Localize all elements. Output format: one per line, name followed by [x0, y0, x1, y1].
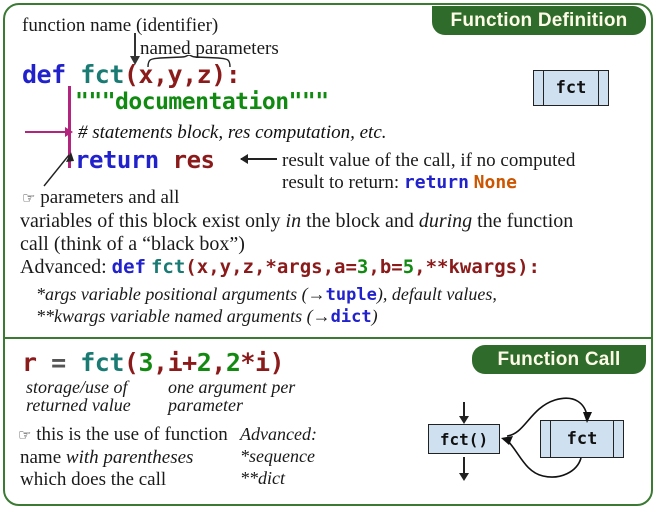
call-note-line3: which does the call [20, 469, 167, 490]
advanced-sub-line2: **kwargs variable named arguments (→dict… [36, 306, 378, 327]
call-label-right2: parameter [168, 395, 243, 415]
advanced-dict-type: dict [330, 307, 372, 327]
call-note-b: with parentheses [65, 447, 194, 468]
advanced-kwargs-a: **kwargs variable named arguments (→ [36, 306, 331, 326]
arrow-statements-icon [25, 127, 73, 137]
call-var: r [22, 348, 37, 377]
call-arg3-num: 2 [225, 348, 241, 377]
advanced-a-num: 3 [356, 256, 369, 278]
badge-function-call: Function Call [472, 345, 646, 374]
scope-note-line1: ☞ parameters and all [22, 187, 179, 209]
call-arg3-var: i [254, 348, 270, 377]
return-note-prefix: result to return: [282, 172, 400, 193]
advanced-tuple-type: tuple [325, 285, 377, 305]
definition-fct-box-label: fct [555, 78, 587, 98]
advanced-fct-name: fct [150, 256, 186, 278]
call-open-paren: ( [123, 348, 139, 377]
return-note-line1: result value of the call, if no computed [282, 150, 576, 171]
code-return-keyword: return [75, 146, 159, 174]
cheatsheet-page: Function Definition function name (ident… [0, 0, 658, 511]
code-def-keyword: def [22, 60, 66, 89]
call-arg2-var: i [167, 348, 183, 377]
arrow-scope-diagonal-icon [43, 152, 74, 187]
advanced-open-paren: ( [185, 256, 197, 278]
call-label-left2: returned value [26, 395, 131, 415]
code-return-value: res [172, 146, 215, 174]
call-advanced-line1: *sequence [240, 446, 315, 466]
scope-note-a: variables of this block exist only [20, 210, 286, 232]
scope-note-b: in [285, 210, 302, 232]
code-return-line: return res [75, 146, 215, 174]
advanced-args-b: ), default values, [376, 284, 497, 304]
advanced-def-line: Advanced: def fct(x,y,z,*args,a=3,b=5,**… [20, 256, 540, 279]
pointing-hand-icon: ☞ [18, 428, 32, 444]
arrow-return-explain-icon [240, 154, 277, 164]
label-function-name: function name (identifier) [22, 15, 219, 36]
code-fct-name: fct [80, 60, 124, 89]
return-note-keyword: return [403, 172, 469, 193]
scope-note-text1: parameters and all [40, 187, 180, 208]
call-note-a: name [20, 447, 66, 468]
advanced-b-num: 5 [402, 256, 415, 278]
call-advanced-label: Advanced: [240, 424, 317, 444]
scope-note-d: during [418, 210, 473, 232]
advanced-comma1: , [368, 256, 380, 278]
code-statements-comment: # statements block, res computation, etc… [78, 122, 387, 143]
call-comma2: , [211, 348, 226, 377]
arrow-function-name-icon [130, 33, 140, 65]
call-comma1: , [153, 348, 168, 377]
call-flow-curves-icon [501, 397, 592, 478]
fct-box-right-bar [598, 71, 599, 105]
section-divider [5, 337, 651, 339]
scope-note-e: the function [472, 210, 574, 232]
call-arg3-op: * [240, 348, 255, 377]
code-call-line: r = fct(3,i+2,2*i) [22, 348, 285, 377]
return-note-line2: result to return: return None [282, 172, 517, 194]
pointing-hand-icon: ☞ [22, 191, 36, 207]
call-arg1: 3 [138, 348, 154, 377]
call-note-line2: name with parentheses [20, 447, 193, 469]
code-def-line: def fct(x,y,z): [22, 60, 241, 89]
call-note-text1: this is the use of function [36, 424, 228, 445]
advanced-def-keyword: def [111, 256, 146, 278]
advanced-b: b= [379, 256, 403, 278]
advanced-params: x,y,z,*args, [196, 256, 335, 278]
code-docstring: """documentation""" [75, 89, 329, 115]
fct-box-left-bar [543, 71, 544, 105]
scope-note-c: the block and [301, 210, 419, 232]
badge-function-definition: Function Definition [432, 6, 646, 35]
call-advanced-line2: **dict [240, 468, 285, 488]
advanced-a: a= [334, 256, 357, 278]
call-equals: = [51, 348, 66, 377]
advanced-sub-line1: *args variable positional arguments (→tu… [36, 284, 497, 305]
scope-note-line3: call (think of a “black box”) [20, 233, 245, 255]
scope-note-line2: variables of this block exist only in th… [20, 210, 573, 233]
advanced-args-a: *args variable positional arguments (→ [36, 284, 326, 304]
advanced-def-label: Advanced: [20, 256, 107, 278]
call-note-line1: ☞ this is the use of function [18, 424, 228, 446]
return-note-none: None [473, 172, 518, 193]
code-params: (x,y,z): [123, 60, 241, 89]
advanced-tail: ,**kwargs): [414, 256, 541, 278]
call-fct-name: fct [80, 348, 124, 377]
definition-fct-box: fct [533, 70, 609, 106]
call-arg2-op: + [182, 348, 197, 377]
advanced-kwargs-b: ) [371, 306, 378, 326]
call-close-paren: ) [269, 348, 285, 377]
call-arg2-num: 2 [196, 348, 212, 377]
